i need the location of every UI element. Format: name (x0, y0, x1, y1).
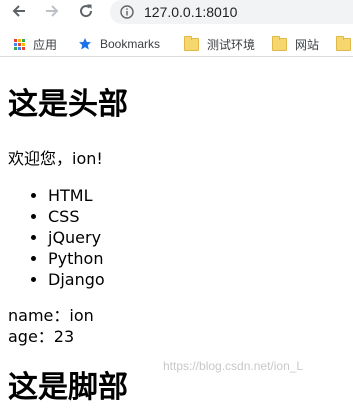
bookmarks-bar: 应用 Bookmarks 测试环境 网站 (0, 32, 353, 57)
forward-button[interactable] (41, 0, 63, 22)
bookmark-label: 应用 (33, 37, 58, 52)
reload-button[interactable] (75, 0, 97, 22)
browser-toolbar: 127.0.0.1:8010 (0, 0, 353, 32)
apps-grid-icon (14, 38, 25, 50)
bookmark-label: 测试环境 (207, 37, 256, 52)
header-heading: 这是头部 (8, 87, 128, 122)
list-item: CSS (48, 206, 105, 227)
arrow-right-icon (46, 5, 59, 17)
folder-icon (184, 35, 199, 51)
list-item: HTML (48, 185, 105, 206)
bookmark-website[interactable]: 网站 (272, 32, 319, 56)
url-text: 127.0.0.1:8010 (144, 4, 238, 20)
watermark-text: https://blog.csdn.net/ion_L (163, 359, 304, 373)
bookmark-label: Bookmarks (100, 37, 161, 51)
star-icon (79, 38, 91, 50)
footer-heading: 这是脚部 (8, 370, 128, 405)
address-bar[interactable]: 127.0.0.1:8010 (110, 0, 353, 24)
arrow-left-icon (12, 5, 25, 17)
bookmark-bookmarks[interactable]: Bookmarks (78, 32, 160, 56)
age-line: age：23 (8, 327, 75, 346)
list-item: jQuery (48, 227, 105, 248)
list-item: Python (48, 248, 105, 269)
list-item: Django (48, 269, 105, 290)
info-icon[interactable] (120, 5, 134, 19)
skills-list: HTML CSS jQuery Python Django (8, 185, 105, 290)
back-button[interactable] (8, 0, 30, 22)
bookmark-overflow[interactable] (336, 32, 351, 56)
bookmark-test-env[interactable]: 测试环境 (184, 32, 255, 56)
folder-icon (336, 35, 351, 51)
bookmark-apps[interactable]: 应用 (14, 32, 57, 56)
name-line: name：ion (8, 306, 94, 325)
folder-icon (272, 35, 287, 51)
reload-icon (80, 4, 93, 18)
bookmark-label: 网站 (295, 37, 320, 52)
welcome-text: 欢迎您，ion! (8, 149, 103, 168)
